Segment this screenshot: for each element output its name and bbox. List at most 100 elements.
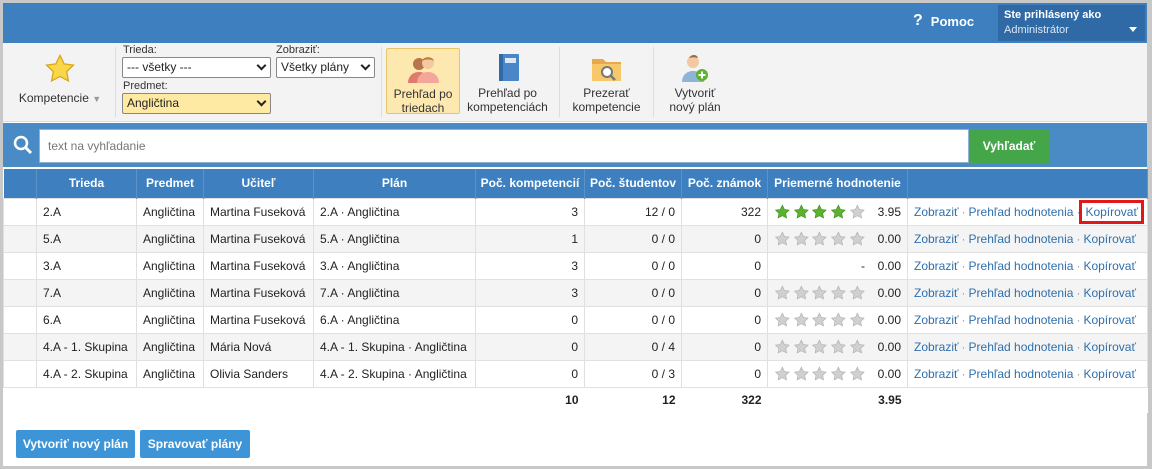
rating-star-icon (812, 284, 828, 300)
overview-link[interactable]: Prehľad hodnotenia (969, 232, 1074, 246)
cell-plan: 2.A · Angličtina (313, 197, 476, 226)
manage-plans-button[interactable]: Spravovať plány (140, 430, 250, 458)
view-link[interactable]: Zobraziť (914, 286, 959, 300)
cell-trieda: 6.A (36, 305, 137, 334)
table-row: 3.A Angličtina Martina Fuseková 3.A · Angli… (3, 251, 1148, 280)
rating-star-icon (849, 311, 865, 327)
copy-link[interactable]: Kopírovať (1083, 313, 1136, 327)
cell-trieda: 3.A (36, 251, 137, 280)
rating-star-icon (774, 311, 790, 327)
rating-star-icon (849, 338, 865, 354)
separator: · (961, 231, 966, 246)
trieda-select[interactable]: --- všetky --- (122, 57, 271, 78)
overview-link[interactable]: Prehľad hodnotenia (969, 205, 1074, 219)
cell-ucitel: Martina Fuseková (203, 305, 314, 334)
user-caption: Ste prihlásený ako (1004, 9, 1102, 21)
zobrazit-select[interactable]: Všetky plány (276, 57, 375, 78)
prehlad-triedy-l1: Prehľad po (393, 87, 453, 101)
kompetencie-menu[interactable]: Kompetencie ▼ (17, 53, 103, 105)
column-header: Poč. známok (681, 169, 768, 198)
copy-link[interactable]: Kopírovať (1083, 259, 1136, 273)
cell-predmet: Angličtina (136, 305, 204, 334)
rating-value: 0.00 (877, 285, 901, 300)
rating-star-icon (849, 284, 865, 300)
cell-studenti: 0 / 0 (584, 224, 682, 253)
copy-link[interactable]: Kopírovať (1083, 340, 1136, 354)
view-link[interactable]: Zobraziť (914, 313, 959, 327)
cell-ucitel: Martina Fuseková (203, 278, 314, 307)
caret-down-icon (1129, 27, 1137, 32)
overview-link[interactable]: Prehľad hodnotenia (969, 286, 1074, 300)
view-link[interactable]: Zobraziť (914, 205, 959, 219)
rating-star-icon (830, 230, 846, 246)
cell-rating: 0.00 (767, 305, 908, 334)
separator: · (961, 204, 966, 219)
create-plan-button[interactable]: Vytvoriť nový plán (16, 430, 135, 458)
predmet-value: Angličtina (127, 96, 180, 110)
divider (653, 47, 654, 117)
rating-star-icon (793, 203, 809, 219)
predmet-select[interactable]: Angličtina (122, 93, 271, 114)
view-link[interactable]: Zobraziť (914, 232, 959, 246)
separator: · (1076, 231, 1081, 246)
rating-star-icon (849, 365, 865, 381)
view-link[interactable]: Zobraziť (914, 259, 959, 273)
separator: · (1076, 339, 1081, 354)
copy-link[interactable]: Kopírovať (1083, 286, 1136, 300)
totals-spacer (907, 387, 1148, 413)
copy-link[interactable]: Kopírovať (1083, 232, 1136, 246)
cell-znamky: 0 (681, 305, 768, 334)
trieda-label: Trieda: (123, 44, 157, 56)
row-cell (3, 224, 37, 253)
cell-rating: 0.00 (767, 359, 908, 388)
cell-kompetencie: 0 (475, 332, 585, 361)
folder-search-icon (591, 59, 621, 81)
copy-link[interactable]: Kopírovať (1079, 199, 1144, 224)
prehlad-po-kompetenciach-button[interactable]: Prehľad po kompetenciách (464, 48, 551, 114)
vytvorit-novy-plan-button[interactable]: Vytvoriť nový plán (660, 48, 730, 114)
rating-star-icon (812, 365, 828, 381)
rating-value: 0.00 (877, 339, 901, 354)
search-button[interactable]: Vyhľadať (969, 129, 1049, 163)
cell-predmet: Angličtina (136, 224, 204, 253)
totals-spacer (3, 387, 476, 413)
rating-star-icon (812, 203, 828, 219)
cell-trieda: 5.A (36, 224, 137, 253)
prezerat-kompetencie-button[interactable]: Prezerať kompetencie (569, 48, 644, 114)
user-menu[interactable]: Ste prihlásený ako Administrátor (998, 5, 1145, 41)
cell-znamky: 0 (681, 359, 768, 388)
help-link[interactable]: ? Pomoc (913, 12, 974, 30)
separator: · (961, 312, 966, 327)
question-icon: ? (913, 12, 923, 29)
cell-znamky: 0 (681, 224, 768, 253)
cell-rating: 0.00 (767, 224, 908, 253)
separator: · (961, 339, 966, 354)
cell-studenti: 0 / 4 (584, 332, 682, 361)
column-header: Učiteľ (203, 169, 314, 198)
cell-actions: Zobraziť · Prehľad hodnotenia · Kopírovať (907, 251, 1148, 280)
cell-studenti: 0 / 0 (584, 305, 682, 334)
cell-actions: Zobraziť · Prehľad hodnotenia · Kopírovať (907, 332, 1148, 361)
view-link[interactable]: Zobraziť (914, 367, 959, 381)
cell-predmet: Angličtina (136, 197, 204, 226)
book-icon (498, 54, 519, 81)
rating-star-icon (830, 365, 846, 381)
overview-link[interactable]: Prehľad hodnotenia (969, 367, 1074, 381)
copy-link[interactable]: Kopírovať (1083, 367, 1136, 381)
prehlad-komp-l2: kompetenciách (467, 100, 548, 114)
row-cell (3, 278, 37, 307)
overview-link[interactable]: Prehľad hodnotenia (969, 259, 1074, 273)
view-link[interactable]: Zobraziť (914, 340, 959, 354)
prezerat-l2: kompetencie (572, 100, 641, 114)
overview-link[interactable]: Prehľad hodnotenia (969, 340, 1074, 354)
search-input[interactable]: text na vyhľadanie (39, 129, 969, 163)
rating-prefix: - (861, 258, 865, 273)
cell-predmet: Angličtina (136, 332, 204, 361)
overview-link[interactable]: Prehľad hodnotenia (969, 313, 1074, 327)
top-bar: ? Pomoc Ste prihlásený ako Administrátor (3, 3, 1147, 43)
separator: · (961, 366, 966, 381)
separator: · (1076, 285, 1081, 300)
table-row: 4.A - 1. Skupina Angličtina Mária Nová 4.A … (3, 332, 1148, 361)
total-rating: 3.95 (767, 387, 908, 413)
prehlad-po-triedach-button[interactable]: Prehľad po triedach (386, 48, 460, 115)
